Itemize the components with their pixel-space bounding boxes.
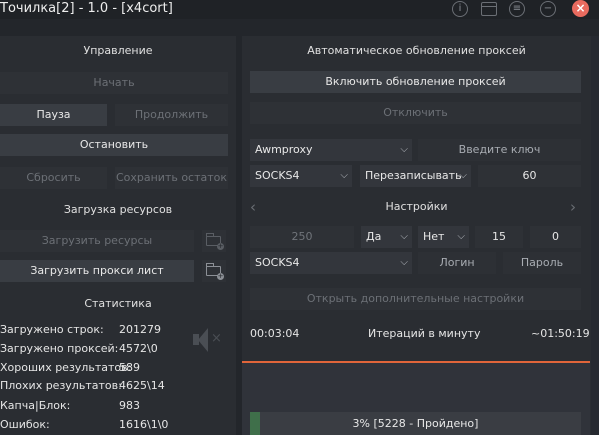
proxy-type-select[interactable]: SOCKS4 ⌵ xyxy=(250,165,352,187)
settings-proxy-type-select[interactable]: SOCKS4 ⌵ xyxy=(250,252,412,274)
chevron-down-icon: ⌵ xyxy=(340,170,348,181)
iterations-per-minute-label: Итераций в минуту xyxy=(368,327,481,340)
window-icon[interactable] xyxy=(481,2,497,16)
advanced-settings-button[interactable]: Открыть дополнительные настройки xyxy=(250,288,581,310)
pause-button[interactable]: Пауза xyxy=(0,104,107,126)
setting-value-15-input[interactable]: 15 xyxy=(475,226,523,248)
start-button[interactable]: Начать xyxy=(0,72,228,94)
chevron-down-icon: ⌵ xyxy=(400,231,408,242)
sound-muted-icon[interactable]: × xyxy=(193,327,223,353)
save-rest-button[interactable]: Сохранить остаток xyxy=(115,167,228,189)
open-folder-icon[interactable]: + xyxy=(202,230,226,252)
password-input[interactable]: Пароль xyxy=(503,252,581,274)
menu-icon[interactable]: ≡ xyxy=(509,1,525,17)
progress-text: 3% [5228 - Пройдено] xyxy=(352,417,479,430)
login-input[interactable]: Логин xyxy=(418,252,496,274)
minimize-icon[interactable]: − xyxy=(540,1,556,17)
title-bar: Точилка[2] - 1.0 - [x4cort] i ≡ − × xyxy=(0,0,599,19)
disable-proxy-update-button[interactable]: Отключить xyxy=(250,102,581,124)
stats-header: Статистика xyxy=(84,297,152,310)
load-proxy-list-button[interactable]: Загрузить прокси лист xyxy=(0,260,194,282)
window-title: Точилка[2] - 1.0 - [x4cort] xyxy=(0,1,173,16)
proxy-service-select[interactable]: Awmproxy ⌵ xyxy=(250,139,412,161)
update-interval-input[interactable]: 60 xyxy=(478,165,581,187)
control-header: Управление xyxy=(83,44,153,57)
proxy-update-header: Автоматическое обновление проксей xyxy=(307,44,526,57)
option-yes-select[interactable]: Да ⌵ xyxy=(361,226,412,248)
setting-value-0-input[interactable]: 0 xyxy=(530,226,581,248)
chevron-down-icon: ⌵ xyxy=(400,257,408,268)
resources-header: Загрузка ресурсов xyxy=(63,203,173,216)
stop-button[interactable]: Остановить xyxy=(0,134,228,156)
elapsed-time: 00:03:04 xyxy=(250,327,300,340)
remaining-time: ~01:50:19 xyxy=(531,327,590,340)
update-mode-select[interactable]: Перезаписывать ⌵ xyxy=(360,165,471,187)
chevron-down-icon: ⌵ xyxy=(459,170,467,181)
scrollbar[interactable] xyxy=(591,36,599,435)
iterations-line xyxy=(242,361,590,363)
resume-button[interactable]: Продолжить xyxy=(115,104,228,126)
close-icon[interactable]: × xyxy=(572,0,589,17)
chevron-down-icon: ⌵ xyxy=(400,144,408,155)
info-icon[interactable]: i xyxy=(452,1,468,17)
option-no-select[interactable]: Нет ⌵ xyxy=(418,226,469,248)
enable-proxy-update-button[interactable]: Включить обновление проксей xyxy=(250,71,581,93)
settings-header: Настройки xyxy=(385,200,448,213)
api-key-input[interactable]: Введите ключ xyxy=(418,139,581,161)
open-proxy-folder-icon[interactable]: + xyxy=(202,260,226,282)
threads-input[interactable]: 250 xyxy=(250,226,354,248)
chevron-down-icon: ⌵ xyxy=(457,231,465,242)
reset-button[interactable]: Сбросить xyxy=(0,167,107,189)
load-resources-button[interactable]: Загрузить ресурсы xyxy=(0,230,194,252)
progress-bar: 3% [5228 - Пройдено] xyxy=(250,412,581,435)
chevron-right-icon[interactable]: › xyxy=(570,199,576,215)
